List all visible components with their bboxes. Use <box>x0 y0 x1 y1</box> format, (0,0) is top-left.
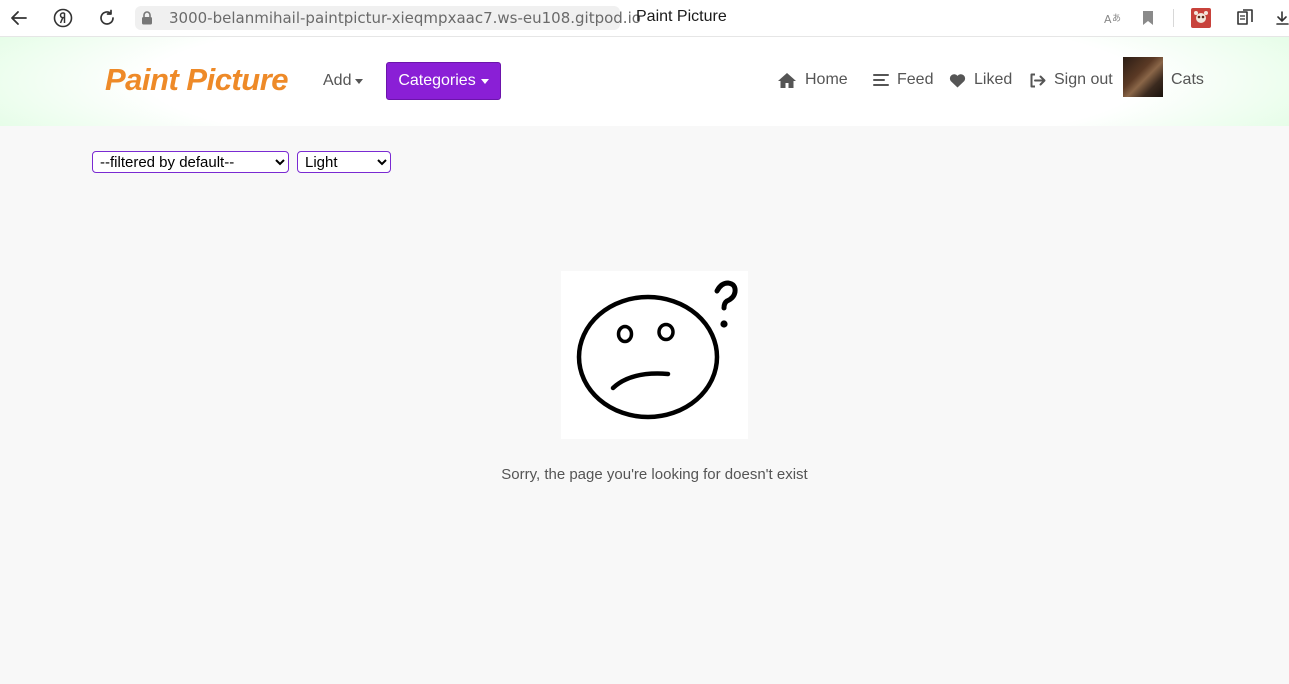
back-icon[interactable] <box>6 6 32 30</box>
home-icon <box>778 72 796 88</box>
svg-text:あ: あ <box>1112 13 1121 24</box>
yandex-icon[interactable] <box>50 6 76 30</box>
categories-label: Categories <box>398 72 476 89</box>
nav-home-link[interactable]: Home <box>777 70 848 90</box>
nav-liked-label: Liked <box>974 71 1013 88</box>
bookmark-icon[interactable] <box>1136 6 1160 30</box>
heart-icon <box>949 73 966 87</box>
sort-filter-select[interactable]: --filtered by default-- <box>92 151 289 173</box>
theme-select[interactable]: Light <box>297 151 391 173</box>
url-text[interactable]: 3000-belanmihail-paintpictur-xieqmpxaac7… <box>169 9 641 27</box>
caret-down-icon <box>480 78 489 84</box>
nav-home-label: Home <box>805 71 848 88</box>
avatar[interactable] <box>1123 57 1163 97</box>
sign-out-icon <box>1030 73 1046 87</box>
svg-text:A: A <box>1104 13 1112 26</box>
categories-dropdown-button[interactable]: Categories <box>386 62 501 100</box>
nav-feed-label: Feed <box>897 71 934 88</box>
nav-liked-link[interactable]: Liked <box>949 70 1012 90</box>
address-bar[interactable]: 3000-belanmihail-paintpictur-xieqmpxaac7… <box>135 6 641 30</box>
add-dropdown[interactable]: Add <box>323 72 364 90</box>
download-icon[interactable] <box>1276 6 1289 30</box>
browser-toolbar: 3000-belanmihail-paintpictur-xieqmpxaac7… <box>0 0 1289 37</box>
lock-icon[interactable] <box>141 11 153 30</box>
error-message: Sorry, the page you're looking for doesn… <box>501 466 808 483</box>
nav-signout-label: Sign out <box>1054 71 1113 88</box>
add-dropdown-label: Add <box>323 72 352 89</box>
nav-feed-link[interactable]: Feed <box>873 70 933 90</box>
reload-icon[interactable] <box>94 6 120 30</box>
extension-icon[interactable] <box>1189 6 1213 30</box>
translate-icon[interactable]: Aあ <box>1101 6 1125 30</box>
toolbar-divider <box>1173 9 1174 27</box>
profile-link[interactable]: Cats <box>1171 71 1204 89</box>
nav-signout-link[interactable]: Sign out <box>1029 70 1113 90</box>
tab-title: Paint Picture <box>636 8 727 25</box>
bars-icon <box>873 74 889 86</box>
site-navbar: Paint Picture Add Categories Home Feed L… <box>0 37 1289 126</box>
collections-icon[interactable] <box>1233 6 1257 30</box>
caret-down-icon <box>355 78 364 84</box>
brand-logo[interactable]: Paint Picture <box>105 62 289 98</box>
sad-face-question-icon <box>561 271 748 439</box>
